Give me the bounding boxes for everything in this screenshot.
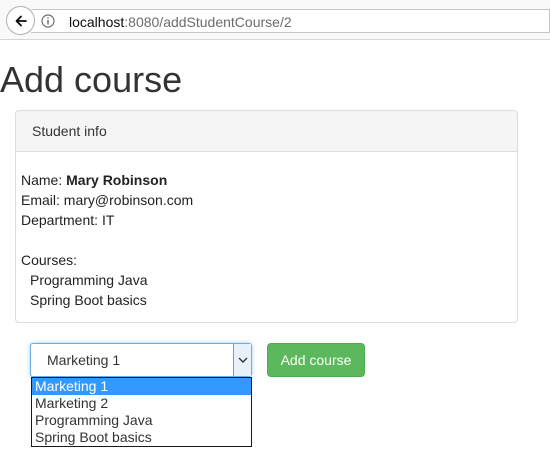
dropdown-option[interactable]: Programming Java <box>32 412 251 429</box>
back-button[interactable] <box>6 6 35 35</box>
url-text: localhost:8080/addStudentCourse/2 <box>69 14 292 30</box>
student-department: Department: IT <box>21 210 193 230</box>
email-label: Email: <box>21 192 64 208</box>
course-item: Spring Boot basics <box>30 292 147 308</box>
email-value: mary@robinson.com <box>63 192 194 208</box>
browser-toolbar: localhost:8080/addStudentCourse/2 <box>0 0 550 40</box>
address-bar[interactable]: localhost:8080/addStudentCourse/2 <box>31 9 550 33</box>
dropdown-option[interactable]: Marketing 2 <box>32 395 251 412</box>
url-path: :8080/addStudentCourse/2 <box>124 14 292 30</box>
course-select-value: Marketing 1 <box>47 352 121 368</box>
page-title: Add course <box>0 59 183 100</box>
dropdown-option[interactable]: Spring Boot basics <box>32 429 251 446</box>
dropdown-option[interactable]: Marketing 1 <box>32 378 251 395</box>
course-item: Programming Java <box>30 272 148 288</box>
add-course-button[interactable]: Add course <box>267 343 365 377</box>
info-icon[interactable] <box>41 14 55 28</box>
chevron-down-icon <box>238 357 247 363</box>
back-arrow-icon <box>15 15 27 26</box>
course-dropdown-list: Marketing 1 Marketing 2 Programming Java… <box>31 377 252 447</box>
student-email: Email: mary@robinson.com <box>21 190 193 210</box>
name-value: Mary Robinson <box>66 172 168 188</box>
panel-body: Name: Mary Robinson Email: mary@robinson… <box>21 170 193 310</box>
course-select[interactable]: Marketing 1 <box>30 343 252 377</box>
department-value: IT <box>101 212 115 228</box>
department-label: Department: <box>21 212 102 228</box>
courses-label: Courses: <box>21 252 78 268</box>
student-info-panel: Student info Name: Mary Robinson Email: … <box>15 110 518 323</box>
panel-heading: Student info <box>16 111 517 152</box>
url-host: localhost <box>69 14 125 30</box>
name-label: Name: <box>21 172 67 188</box>
select-arrow-button[interactable] <box>233 344 251 376</box>
student-name: Name: Mary Robinson <box>21 170 193 190</box>
